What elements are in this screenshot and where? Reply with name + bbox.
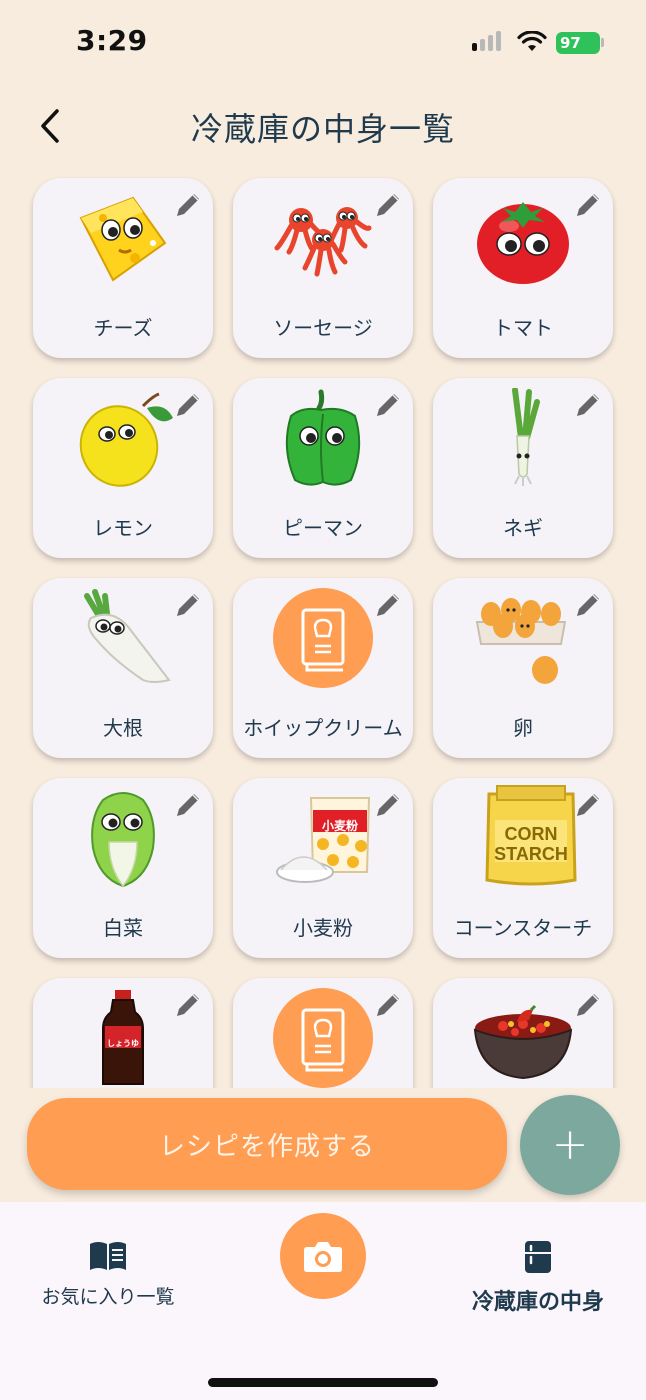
battery-cap (601, 38, 604, 47)
pencil-icon[interactable] (371, 788, 405, 822)
ingredient-name: トマト (493, 316, 553, 340)
ingredient-card[interactable]: CORN STARCH コーンスターチ (433, 778, 613, 958)
pencil-icon[interactable] (371, 388, 405, 422)
green-onion-icon (473, 388, 573, 488)
tab-favorites[interactable]: お気に入り一覧 (28, 1240, 188, 1309)
fridge-icon (525, 1241, 551, 1273)
pencil-icon[interactable] (571, 388, 605, 422)
soy-sauce-label: しょうゆ (107, 1039, 139, 1048)
ingredient-name: ホイップクリーム (243, 716, 403, 740)
ingredient-card[interactable]: トマト (433, 178, 613, 358)
daikon-icon (73, 588, 173, 688)
ingredient-name: 卵 (513, 716, 533, 740)
flour-icon (273, 788, 373, 888)
page-title: 冷蔵庫の中身一覧 (190, 110, 455, 148)
pencil-icon[interactable] (171, 588, 205, 622)
ingredient-name: コーンスターチ (453, 916, 593, 940)
ingredient-name: チーズ (93, 316, 153, 340)
pencil-icon[interactable] (171, 788, 205, 822)
cornstarch-icon: CORN STARCH (479, 784, 583, 888)
ingredient-name: ピーマン (283, 516, 363, 540)
create-recipe-button[interactable]: レシピを作成する (27, 1098, 507, 1190)
pencil-icon[interactable] (171, 388, 205, 422)
pencil-icon[interactable] (571, 588, 605, 622)
cellular-signal-icon (472, 31, 501, 51)
ingredient-card[interactable]: ピーマン (233, 378, 413, 558)
flour-bag-label: 小麦粉 (321, 819, 358, 833)
ingredient-name: 白菜 (103, 916, 143, 940)
cornstarch-label-line: STARCH (494, 844, 568, 864)
soy-sauce-icon: しょうゆ (73, 988, 173, 1088)
pencil-icon[interactable] (371, 988, 405, 1022)
tab-favorites-label: お気に入り一覧 (41, 1286, 175, 1308)
ingredient-card[interactable]: チーズ (33, 178, 213, 358)
pencil-icon[interactable] (171, 988, 205, 1022)
ingredient-card[interactable] (233, 978, 413, 1088)
pencil-icon[interactable] (371, 588, 405, 622)
ingredient-name: 小麦粉 (293, 916, 353, 940)
ingredient-card[interactable]: 白菜 (33, 778, 213, 958)
pencil-icon[interactable] (571, 988, 605, 1022)
cheese-icon (73, 188, 173, 288)
pencil-icon[interactable] (571, 188, 605, 222)
pencil-icon[interactable] (171, 188, 205, 222)
camera-button[interactable] (280, 1213, 366, 1299)
ingredient-name: レモン (93, 516, 153, 540)
ingredient-card[interactable]: ネギ (433, 378, 613, 558)
open-book-icon (90, 1242, 126, 1270)
add-ingredient-button[interactable]: + (520, 1095, 620, 1195)
ingredient-card[interactable]: ソーセージ (233, 178, 413, 358)
battery-level: 97 (560, 34, 581, 52)
pencil-icon[interactable] (571, 788, 605, 822)
lemon-icon (73, 388, 173, 488)
battery-icon: 97 (556, 32, 600, 54)
cornstarch-label: CORN STARCH (479, 824, 583, 864)
ingredient-card[interactable]: 卵 (433, 578, 613, 758)
eggs-icon (473, 588, 573, 688)
tab-fridge-label: 冷蔵庫の中身 (471, 1290, 604, 1315)
ingredient-name: ソーセージ (273, 316, 373, 340)
tab-fridge[interactable]: 冷蔵庫の中身 (458, 1240, 618, 1316)
recipe-book-icon (273, 988, 373, 1088)
tomato-icon (473, 188, 573, 288)
ingredient-card[interactable]: しょうゆ (33, 978, 213, 1088)
recipe-book-icon (273, 588, 373, 688)
ingredient-card[interactable]: レモン (33, 378, 213, 558)
cornstarch-label-line: CORN (504, 824, 558, 844)
ingredient-card[interactable]: ホイップクリーム (233, 578, 413, 758)
ingredient-name: ネギ (503, 516, 543, 540)
chili-bowl-icon (473, 988, 573, 1088)
ingredient-card[interactable]: 大根 (33, 578, 213, 758)
home-indicator (208, 1378, 438, 1387)
sausage-icon (273, 188, 373, 288)
plus-icon: + (551, 1119, 589, 1170)
status-time: 3:29 (76, 24, 148, 57)
ingredient-card[interactable]: 小麦粉 小麦粉 (233, 778, 413, 958)
status-bar: 3:29 97 (0, 0, 646, 88)
pencil-icon[interactable] (371, 188, 405, 222)
ingredient-card[interactable] (433, 978, 613, 1088)
wifi-icon (517, 31, 547, 51)
ingredient-grid[interactable]: チーズ ソーセージ トマト レモン ピーマン ネギ 大根 ホイップクリーム 卵 … (0, 170, 646, 1088)
camera-icon (304, 1242, 342, 1272)
green-pepper-icon (273, 388, 373, 488)
ingredient-name: 大根 (103, 716, 143, 740)
napa-cabbage-icon (73, 788, 173, 888)
